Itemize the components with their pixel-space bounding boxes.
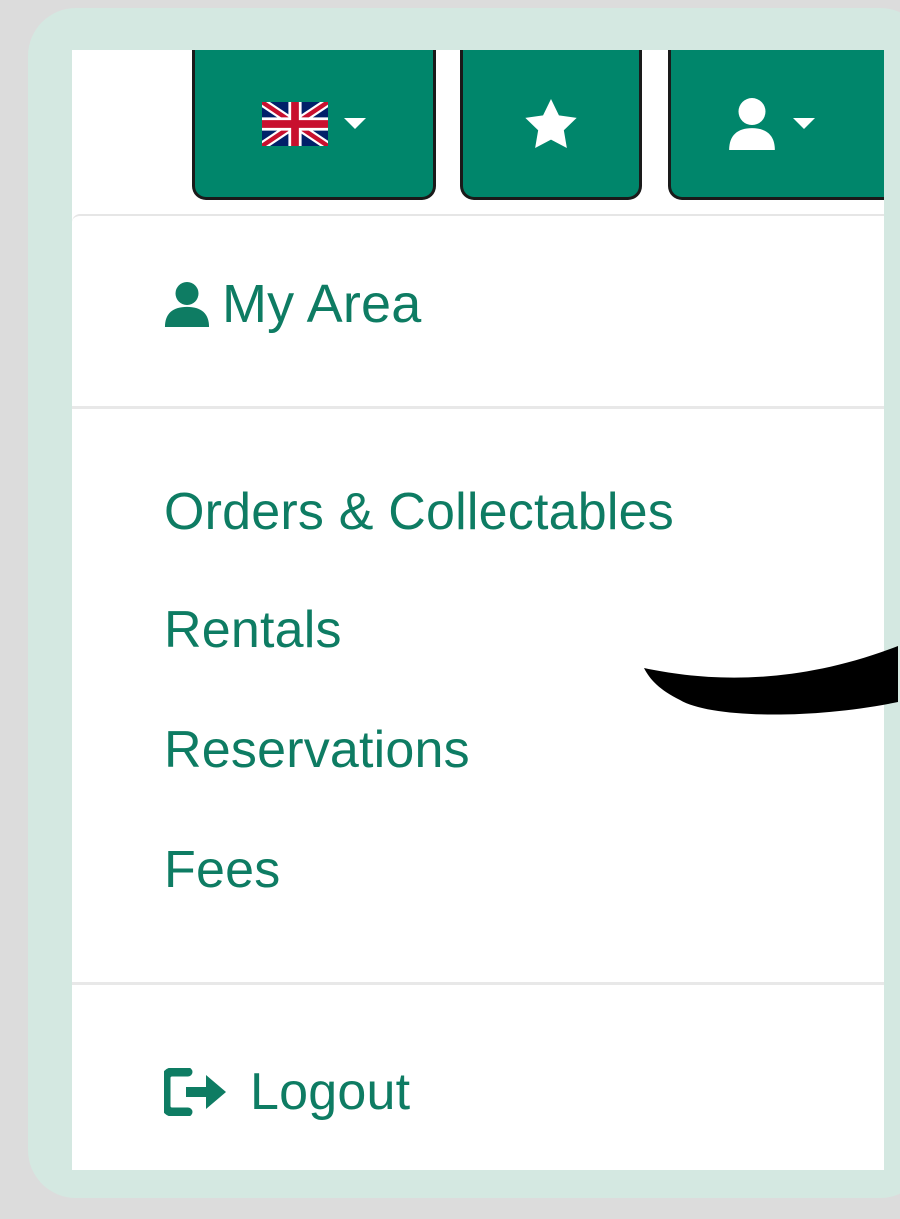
user-icon	[164, 281, 210, 327]
app-panel: My Area Orders & Collectables Rentals Re…	[72, 50, 884, 1170]
pen-annotation-stroke	[644, 646, 898, 715]
chevron-down-icon	[793, 118, 815, 129]
favorites-button[interactable]	[460, 50, 642, 200]
menu-item-rentals[interactable]: Rentals	[164, 600, 342, 660]
menu-item-label: Orders & Collectables	[164, 483, 674, 541]
logout-link[interactable]: Logout	[164, 1062, 410, 1122]
uk-flag-icon	[262, 101, 328, 146]
top-toolbar	[72, 50, 884, 212]
menu-item-label: Fees	[164, 841, 281, 899]
chevron-down-icon	[344, 118, 366, 129]
divider	[72, 982, 884, 985]
user-icon	[727, 97, 777, 151]
star-icon	[523, 97, 579, 151]
language-button[interactable]	[192, 50, 436, 200]
menu-item-reservations[interactable]: Reservations	[164, 720, 470, 780]
logout-icon	[164, 1068, 240, 1116]
menu-item-label: Rentals	[164, 601, 342, 659]
divider	[72, 406, 884, 409]
logout-label: Logout	[250, 1063, 411, 1121]
menu-item-label: Reservations	[164, 721, 470, 779]
menu-item-orders[interactable]: Orders & Collectables	[164, 482, 674, 542]
account-button[interactable]	[668, 50, 884, 200]
my-area-label: My Area	[222, 274, 422, 334]
my-area-link[interactable]: My Area	[164, 274, 421, 334]
menu-item-fees[interactable]: Fees	[164, 840, 280, 900]
